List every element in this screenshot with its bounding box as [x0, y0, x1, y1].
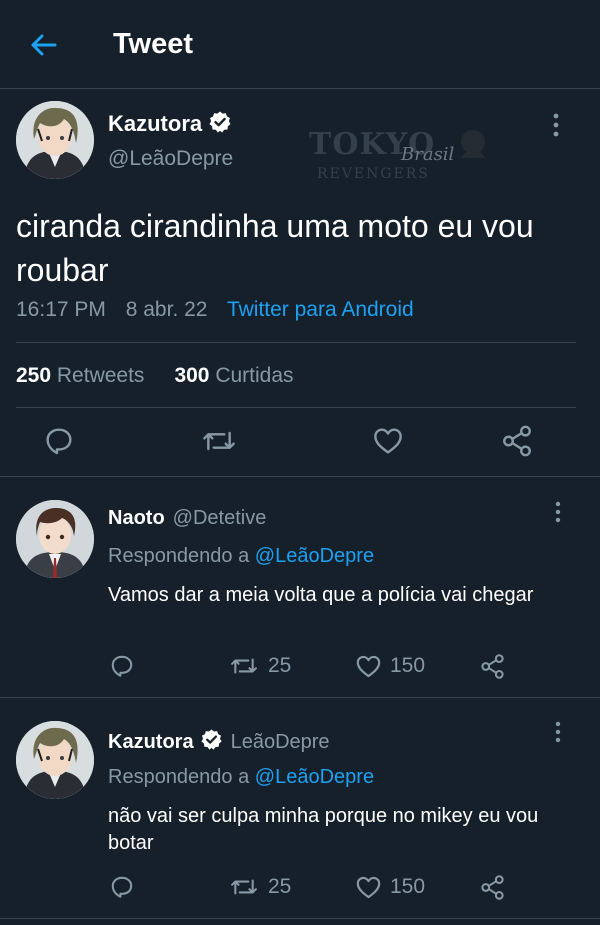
replying-prefix: Respondendo a [108, 766, 250, 788]
replying-to-link[interactable]: @LeãoDepre [255, 545, 374, 567]
author-handle[interactable]: @LeãoDepre [108, 147, 233, 171]
verified-badge-icon [208, 110, 232, 134]
like-icon[interactable] [355, 874, 382, 901]
tweet-source-link[interactable]: Twitter para Android [227, 298, 414, 321]
tweet-stats: 250 Retweets 300 Curtidas [16, 364, 294, 388]
page-title: Tweet [113, 28, 194, 60]
watermark-logo: TOKYO Brasil REVENGERS [305, 118, 495, 184]
replying-to: Respondendo a @LeãoDepre [108, 766, 374, 789]
retweets-label: Retweets [56, 364, 145, 387]
reply-icon[interactable] [109, 874, 135, 900]
avatar[interactable] [16, 721, 94, 799]
tweet-date: 8 abr. 22 [125, 298, 208, 321]
reply-icon[interactable] [43, 425, 75, 457]
more-vertical-icon[interactable] [553, 500, 563, 526]
retweet-icon[interactable] [229, 653, 259, 679]
replying-to-link[interactable]: @LeãoDepre [255, 766, 374, 788]
retweet-icon[interactable] [201, 425, 237, 457]
likes-count: 300 [174, 364, 210, 387]
reply-icon[interactable] [109, 653, 135, 679]
share-icon[interactable] [479, 874, 506, 901]
reply-handle[interactable]: @Detetive [173, 507, 267, 529]
reply-display-name[interactable]: Naoto [108, 507, 165, 529]
divider [0, 476, 600, 477]
retweets-stat[interactable]: 250 Retweets [16, 364, 144, 387]
share-icon[interactable] [500, 424, 534, 458]
divider [0, 918, 600, 919]
svg-text:Brasil: Brasil [400, 144, 455, 165]
reply-author-name[interactable]: Naoto @Detetive [108, 507, 266, 530]
likes-label: Curtidas [215, 364, 294, 387]
retweets-count: 250 [16, 364, 52, 387]
like-icon[interactable] [372, 425, 404, 457]
like-count: 150 [390, 875, 426, 898]
reply-display-name[interactable]: Kazutora [108, 731, 194, 753]
retweet-count: 25 [268, 654, 292, 677]
svg-text:REVENGERS: REVENGERS [317, 166, 430, 182]
avatar[interactable] [16, 500, 94, 578]
author-display-name[interactable]: Kazutora [108, 111, 202, 136]
retweet-icon[interactable] [229, 874, 259, 900]
avatar[interactable] [16, 101, 94, 179]
reply-author-name[interactable]: Kazutora LeãoDepre [108, 728, 330, 754]
replying-prefix: Respondendo a [108, 545, 250, 567]
verified-badge-icon [200, 728, 223, 751]
top-bar: Tweet [0, 0, 600, 89]
replying-to: Respondendo a @LeãoDepre [108, 545, 374, 568]
more-vertical-icon[interactable] [551, 112, 561, 138]
reply-text: Vamos dar a meia volta que a polícia vai… [108, 584, 534, 606]
divider [16, 407, 576, 408]
tweet-meta: 16:17 PM 8 abr. 22 Twitter para Android [16, 298, 428, 322]
tweet-time: 16:17 PM [16, 298, 106, 321]
divider [0, 697, 600, 698]
more-vertical-icon[interactable] [553, 720, 563, 746]
retweet-count: 25 [268, 875, 292, 898]
likes-stat[interactable]: 300 Curtidas [174, 364, 293, 387]
like-icon[interactable] [355, 653, 382, 680]
reply-text: não vai ser culpa minha porque no mikey … [108, 805, 539, 854]
divider [16, 342, 576, 343]
share-icon[interactable] [479, 653, 506, 680]
back-arrow-icon[interactable] [28, 30, 58, 60]
author-name[interactable]: Kazutora [108, 110, 232, 137]
tweet-text: ciranda cirandinha uma moto eu vou rouba… [16, 208, 534, 288]
like-count: 150 [390, 654, 426, 677]
reply-handle[interactable]: LeãoDepre [231, 731, 330, 753]
